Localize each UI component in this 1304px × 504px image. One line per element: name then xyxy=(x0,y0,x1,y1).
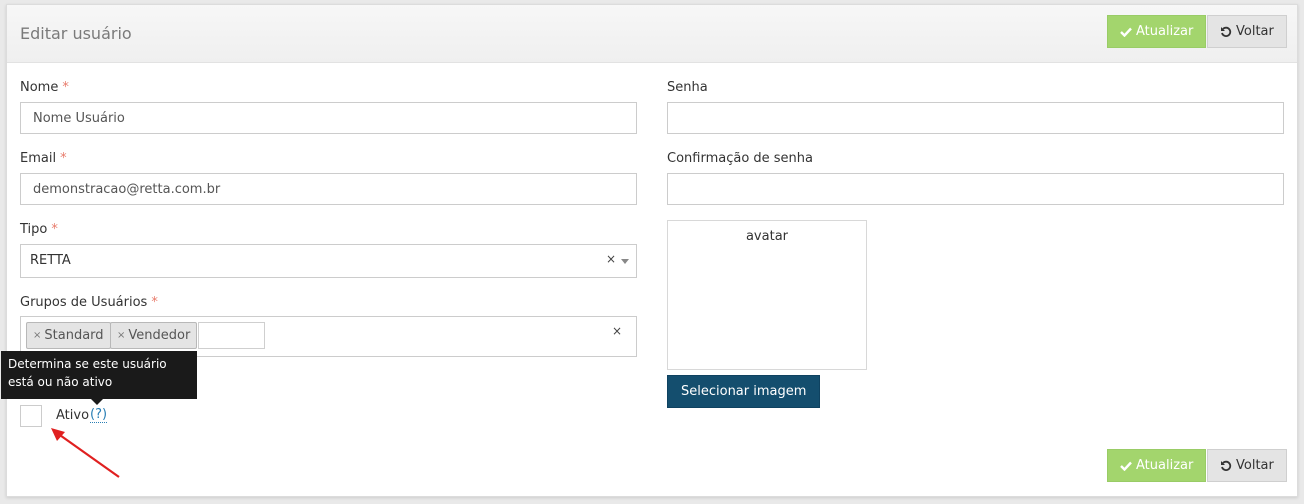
update-button-label: Atualizar xyxy=(1136,458,1194,473)
email-label-text: Email xyxy=(20,151,57,166)
avatar-preview: avatar xyxy=(667,220,867,370)
required-marker: * xyxy=(51,222,58,237)
groups-label: Grupos de Usuários * xyxy=(20,295,158,310)
groups-search-input[interactable] xyxy=(198,322,265,349)
undo-icon xyxy=(1220,26,1232,38)
check-icon xyxy=(1120,27,1132,37)
group-tag-label: Standard xyxy=(44,328,104,343)
update-button-top[interactable]: Atualizar xyxy=(1107,15,1207,48)
group-tag-label: Vendedor xyxy=(128,328,191,343)
tag-remove-icon[interactable]: × xyxy=(33,330,41,341)
type-label-text: Tipo xyxy=(20,222,48,237)
password-confirm-label: Confirmação de senha xyxy=(667,151,814,166)
back-button-label: Voltar xyxy=(1236,458,1274,473)
required-marker: * xyxy=(60,151,67,166)
required-marker: * xyxy=(62,80,69,95)
email-label: Email * xyxy=(20,151,67,166)
active-help-link[interactable]: (?) xyxy=(90,408,108,423)
groups-clear-icon[interactable]: × xyxy=(612,324,622,338)
email-input[interactable] xyxy=(20,173,637,205)
group-tag-standard: × Standard xyxy=(26,322,111,349)
page-title: Editar usuário xyxy=(20,24,132,43)
required-marker: * xyxy=(151,295,158,310)
tooltip-arrow xyxy=(91,399,103,405)
panel-header: Editar usuário Atualizar Voltar xyxy=(7,5,1297,63)
back-button-bottom[interactable]: Voltar xyxy=(1207,449,1287,482)
type-select[interactable]: RETTA × xyxy=(20,244,637,278)
edit-user-panel: Editar usuário Atualizar Voltar Nome* Em… xyxy=(1,4,1298,497)
tag-remove-icon[interactable]: × xyxy=(117,330,125,341)
type-select-value: RETTA xyxy=(30,253,71,268)
annotation-arrow-icon xyxy=(51,428,120,478)
active-label: Ativo xyxy=(56,408,90,423)
password-label: Senha xyxy=(667,80,708,95)
select-image-button[interactable]: Selecionar imagem xyxy=(667,375,821,408)
chevron-down-icon[interactable] xyxy=(621,259,629,264)
name-label: Nome * xyxy=(20,80,69,95)
active-tooltip: Determina se este usuário está ou não at… xyxy=(1,351,197,399)
name-label-text: Nome xyxy=(20,80,59,95)
active-checkbox[interactable] xyxy=(20,405,42,427)
update-button-label: Atualizar xyxy=(1136,24,1194,39)
password-input[interactable] xyxy=(667,102,1284,134)
groups-label-text: Grupos de Usuários xyxy=(20,295,148,310)
undo-icon xyxy=(1220,460,1232,472)
back-button-top[interactable]: Voltar xyxy=(1207,15,1287,48)
name-input[interactable] xyxy=(20,102,637,134)
back-button-label: Voltar xyxy=(1236,24,1274,39)
type-label: Tipo * xyxy=(20,222,58,237)
type-clear-icon[interactable]: × xyxy=(606,252,616,266)
check-icon xyxy=(1120,461,1132,471)
update-button-bottom[interactable]: Atualizar xyxy=(1107,449,1207,482)
avatar-alt-text: avatar xyxy=(745,229,789,244)
group-tag-vendedor: × Vendedor xyxy=(110,322,198,349)
password-confirm-input[interactable] xyxy=(667,173,1284,205)
